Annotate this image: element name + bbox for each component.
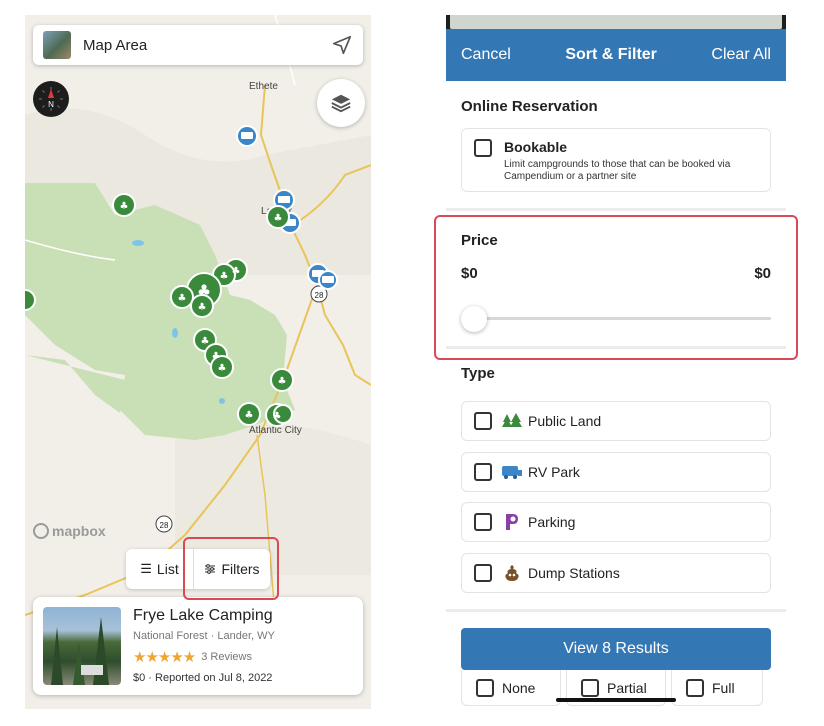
parking-icon — [502, 513, 522, 531]
compass-button[interactable]: N — [33, 81, 69, 117]
public-land-checkbox[interactable] — [474, 412, 492, 430]
hookup-full-label: Full — [712, 679, 735, 696]
review-count: 3 Reviews — [201, 651, 252, 663]
svg-text:♣: ♣ — [218, 363, 227, 374]
location-arrow-icon[interactable] — [331, 34, 353, 56]
town-ethete: Ethete — [249, 81, 278, 92]
campground-price-report: $0 · Reported on Jul 8, 2022 — [133, 672, 273, 684]
type-option-dump-stations[interactable]: Dump Stations — [461, 553, 771, 593]
svg-text:♣: ♣ — [220, 271, 229, 282]
svg-text:♣: ♣ — [201, 336, 210, 347]
rv-pin[interactable] — [318, 270, 338, 290]
type-option-parking[interactable]: Parking — [461, 502, 771, 542]
view-results-button[interactable]: View 8 Results — [461, 628, 771, 670]
svg-text:♣: ♣ — [197, 281, 211, 300]
svg-text:♣: ♣ — [232, 266, 241, 277]
section-divider — [446, 208, 786, 211]
section-divider — [446, 609, 786, 612]
bookable-description: Limit campgrounds to those that can be b… — [504, 159, 731, 182]
type-option-public-land[interactable]: Public Land — [461, 401, 771, 441]
dump-stations-checkbox[interactable] — [474, 564, 492, 582]
list-icon: ☰ — [140, 561, 152, 576]
cancel-button[interactable]: Cancel — [461, 46, 511, 64]
road-shield-28-lower: 28 — [155, 515, 173, 533]
list-label: List — [156, 561, 179, 577]
rv-icon — [502, 463, 522, 481]
public-land-label: Public Land — [528, 413, 602, 429]
hookup-none-label: None — [502, 679, 536, 696]
svg-text:♣: ♣ — [198, 302, 207, 313]
svg-text:28: 28 — [160, 521, 169, 530]
svg-text:28: 28 — [315, 291, 324, 300]
rv-park-label: RV Park — [528, 464, 580, 480]
svg-text:♣: ♣ — [178, 293, 187, 304]
hookup-none-checkbox[interactable] — [476, 678, 494, 697]
filters-highlight-box — [183, 537, 279, 600]
hookup-option-none[interactable]: None — [461, 670, 561, 706]
svg-text:♣: ♣ — [273, 411, 282, 422]
mapbox-mark-icon — [33, 523, 49, 539]
campground-photo — [43, 607, 121, 685]
trees-icon — [502, 412, 522, 430]
hookup-full-checkbox[interactable] — [686, 678, 704, 697]
map-screen: 28 28 Ethete Lander Atlantic City — [25, 15, 371, 709]
home-indicator — [556, 698, 676, 702]
svg-text:N: N — [48, 100, 54, 109]
dump-station-icon — [502, 564, 522, 582]
layers-icon — [331, 94, 351, 113]
filter-header: Cancel Sort & Filter Clear All — [446, 29, 786, 81]
filter-title: Sort & Filter — [565, 46, 657, 63]
svg-text:♣: ♣ — [278, 376, 287, 387]
online-reservation-heading: Online Reservation — [461, 98, 598, 115]
campground-preview-card[interactable]: Frye Lake Camping National Forest · Land… — [33, 597, 363, 695]
bookable-option[interactable]: Bookable Limit campgrounds to those that… — [461, 128, 771, 192]
hookup-partial-label: Partial — [607, 679, 647, 696]
campground-subtitle: National Forest · Lander, WY — [133, 630, 275, 642]
map-area-thumbnail — [43, 31, 71, 59]
mapbox-logo: mapbox — [33, 523, 106, 539]
compass-icon: N — [39, 87, 63, 111]
type-heading: Type — [461, 365, 495, 382]
parking-label: Parking — [528, 514, 576, 530]
svg-text:♣: ♣ — [245, 410, 254, 421]
rv-pin[interactable] — [236, 125, 258, 147]
map-layers-button[interactable] — [317, 79, 365, 127]
svg-text:♣: ♣ — [120, 201, 129, 212]
bookable-checkbox[interactable] — [474, 139, 492, 157]
svg-text:♣: ♣ — [274, 213, 283, 224]
sort-filter-screen: Cancel Sort & Filter Clear All Online Re… — [446, 15, 786, 709]
star-rating-icon: ★★★★★ — [133, 649, 196, 666]
underlying-map-strip — [446, 15, 786, 29]
svg-text:♣: ♣ — [212, 351, 221, 362]
hookup-option-full[interactable]: Full — [671, 670, 763, 706]
campground-title: Frye Lake Camping — [133, 607, 273, 624]
rv-park-checkbox[interactable] — [474, 463, 492, 481]
campground-rating: ★★★★★ 3 Reviews — [133, 648, 353, 666]
price-highlight-box — [434, 215, 798, 360]
parking-checkbox[interactable] — [474, 513, 492, 531]
map-area-search-bar[interactable]: Map Area — [33, 25, 363, 65]
mapbox-logo-text: mapbox — [52, 523, 106, 539]
type-option-rv-park[interactable]: RV Park — [461, 452, 771, 492]
map-area-label: Map Area — [83, 36, 148, 54]
hookup-partial-checkbox[interactable] — [581, 678, 599, 697]
dump-stations-label: Dump Stations — [528, 565, 620, 581]
clear-all-button[interactable]: Clear All — [711, 46, 771, 64]
bookable-label: Bookable — [504, 139, 568, 155]
